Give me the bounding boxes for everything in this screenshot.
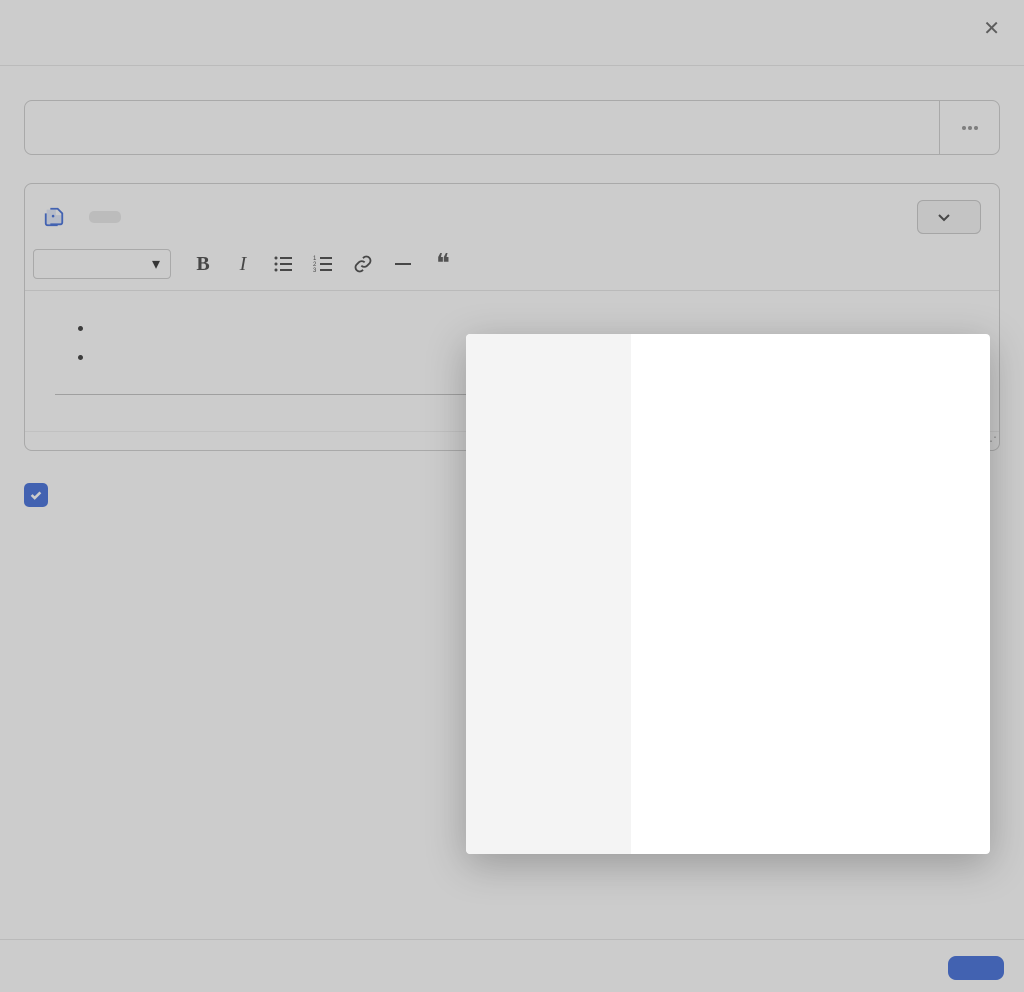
media-icon — [43, 206, 65, 228]
svg-text:3: 3 — [313, 268, 317, 274]
chevron-down-icon — [936, 209, 952, 225]
subject-row — [24, 100, 1000, 155]
modal-header: ✕ — [0, 0, 1024, 66]
enable-email-checkbox[interactable] — [24, 483, 48, 507]
tab-text[interactable] — [137, 211, 169, 223]
shortcode-category-nav — [466, 334, 631, 854]
link-button[interactable] — [343, 248, 383, 280]
hr-button[interactable] — [383, 248, 423, 280]
editor-toolbar: ▾ B I 123 ❝ — [25, 244, 999, 291]
tab-visual[interactable] — [89, 211, 121, 223]
numbered-list-button[interactable]: 123 — [303, 248, 343, 280]
save-button[interactable] — [948, 956, 1004, 980]
caret-down-icon: ▾ — [152, 254, 160, 274]
shortcode-list — [631, 334, 990, 854]
shortcodes-popover — [466, 334, 990, 854]
subject-input[interactable] — [25, 101, 939, 154]
add-shortcodes-button[interactable] — [917, 200, 981, 234]
subject-more-button[interactable] — [939, 101, 999, 154]
close-icon[interactable]: ✕ — [983, 16, 1000, 41]
add-media-button[interactable] — [43, 206, 73, 228]
format-select[interactable]: ▾ — [33, 249, 171, 279]
check-icon — [29, 488, 43, 502]
bold-button[interactable]: B — [183, 248, 223, 280]
modal-footer — [0, 939, 1024, 992]
italic-button[interactable]: I — [223, 248, 263, 280]
bullet-list-button[interactable] — [263, 248, 303, 280]
blockquote-button[interactable]: ❝ — [423, 248, 463, 280]
